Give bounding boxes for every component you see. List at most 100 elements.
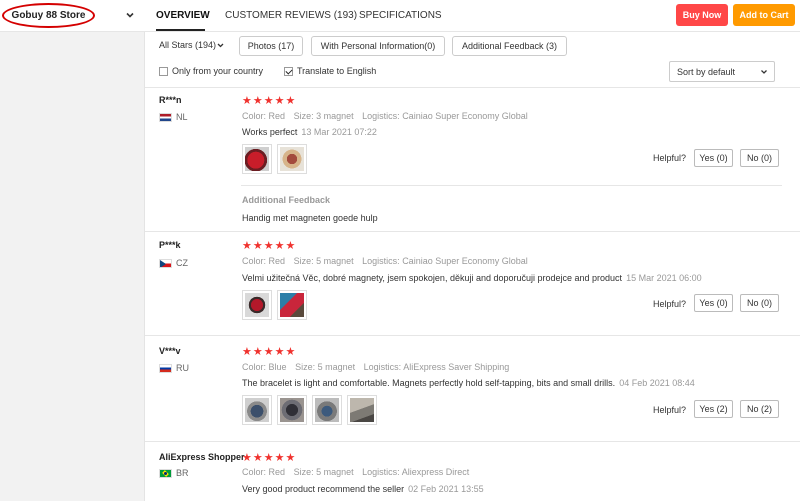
review-photo[interactable] xyxy=(277,144,307,174)
review-date: 04 Feb 2021 08:44 xyxy=(619,378,695,388)
tab-specifications[interactable]: SPECIFICATIONS xyxy=(359,10,442,21)
country-code: BR xyxy=(176,468,189,478)
reviewer-country: CZ xyxy=(159,258,188,268)
flag-br-icon xyxy=(159,468,172,478)
review-photo[interactable] xyxy=(277,290,307,320)
additional-feedback-filter[interactable]: Additional Feedback (3) xyxy=(452,36,567,56)
logistics-value: Aliexpress Direct xyxy=(401,467,470,477)
reviewer-country: NL xyxy=(159,112,188,122)
only-country-label: Only from your country xyxy=(172,66,264,76)
review-date: 02 Feb 2021 13:55 xyxy=(408,484,484,494)
helpful-yes-button[interactable]: Yes (0) xyxy=(694,294,733,312)
sort-value: Sort by default xyxy=(677,66,736,77)
logistics-label: Logistics: xyxy=(363,362,402,372)
reviewer-name: AliExpress Shopper xyxy=(159,452,245,462)
helpful-yes-button[interactable]: Yes (0) xyxy=(694,149,733,167)
size-value: 5 magnet xyxy=(316,256,354,266)
chevron-down-icon[interactable] xyxy=(124,9,136,21)
review-date: 13 Mar 2021 07:22 xyxy=(301,127,377,137)
color-label: Color: xyxy=(242,362,267,372)
reviewer-country: RU xyxy=(159,363,189,373)
helpful-label: Helpful? xyxy=(653,153,687,163)
flag-cz-icon xyxy=(159,258,172,268)
divider xyxy=(145,87,800,88)
chevron-down-icon[interactable] xyxy=(216,41,225,50)
review-photo[interactable] xyxy=(312,395,342,425)
color-value: Red xyxy=(268,467,286,477)
star-filter-dropdown[interactable]: All Stars (194) xyxy=(159,40,216,50)
reviewer-country: BR xyxy=(159,468,189,478)
review-body: Velmi užitečná Věc, dobré magnety, jsem … xyxy=(242,273,623,283)
logistics-value: Cainiao Super Economy Global xyxy=(402,256,528,266)
color-value: Blue xyxy=(268,362,287,372)
reviewer-name: V***v xyxy=(159,346,181,356)
size-value: 5 magnet xyxy=(316,467,354,477)
helpful-no-button[interactable]: No (0) xyxy=(740,294,779,312)
only-country-checkbox[interactable] xyxy=(159,66,168,76)
divider xyxy=(241,185,782,186)
logistics-label: Logistics: xyxy=(362,111,400,121)
review-date: 15 Mar 2021 06:00 xyxy=(626,273,702,283)
color-label: Color: xyxy=(242,256,267,266)
store-selector[interactable]: Gobuy 88 Store xyxy=(0,0,145,32)
additional-feedback-heading: Additional Feedback xyxy=(242,195,331,205)
star-rating: ★★★★★ xyxy=(242,346,297,358)
review-photo[interactable] xyxy=(277,395,307,425)
helpful-label: Helpful? xyxy=(653,299,687,309)
review-photo[interactable] xyxy=(242,395,272,425)
review-photo[interactable] xyxy=(242,290,272,320)
helpful-no-button[interactable]: No (0) xyxy=(740,149,779,167)
color-label: Color: xyxy=(242,111,267,121)
review-text: Very good product recommend the seller 02… xyxy=(242,484,484,494)
review-text: Works perfect 13 Mar 2021 07:22 xyxy=(242,127,377,137)
star-rating: ★★★★★ xyxy=(242,95,297,107)
sort-dropdown[interactable]: Sort by default xyxy=(669,61,775,82)
divider xyxy=(145,441,800,442)
left-sidebar xyxy=(0,0,145,501)
reviewer-name: P***k xyxy=(159,240,181,250)
tab-customer-reviews[interactable]: CUSTOMER REVIEWS (193) xyxy=(225,10,357,21)
helpful-label: Helpful? xyxy=(653,405,687,415)
color-value: Red xyxy=(268,111,286,121)
review-attributes: Color: Red Size: 5 magnet Logistics: Cai… xyxy=(242,256,534,266)
additional-feedback-text: Handig met magneten goede hulp xyxy=(242,213,378,223)
helpful-yes-button[interactable]: Yes (2) xyxy=(694,400,733,418)
chevron-down-icon xyxy=(761,70,767,74)
size-label: Size: xyxy=(295,362,316,372)
add-to-cart-button[interactable]: Add to Cart xyxy=(733,4,795,26)
size-value: 3 magnet xyxy=(316,111,354,121)
size-value: 5 magnet xyxy=(317,362,356,372)
review-text: The bracelet is light and comfortable. M… xyxy=(242,378,695,388)
review-photos xyxy=(242,395,377,425)
review-photo[interactable] xyxy=(347,395,377,425)
tab-overview[interactable]: OVERVIEW xyxy=(156,10,210,21)
review-text: Velmi užitečná Věc, dobré magnety, jsem … xyxy=(242,273,702,283)
review-photo[interactable] xyxy=(242,144,272,174)
photos-filter[interactable]: Photos (17) xyxy=(239,36,303,56)
size-label: Size: xyxy=(293,256,314,266)
review-body: Very good product recommend the seller xyxy=(242,484,405,494)
translate-checkbox[interactable] xyxy=(284,66,293,76)
translate-option[interactable]: Translate to English xyxy=(284,66,376,76)
divider xyxy=(145,335,800,336)
logistics-value: Cainiao Super Economy Global xyxy=(402,111,528,121)
personal-info-filter[interactable]: With Personal Information(0) xyxy=(311,36,445,56)
logistics-value: AliExpress Saver Shipping xyxy=(403,362,510,372)
review-photos xyxy=(242,144,307,174)
logistics-label: Logistics: xyxy=(362,256,400,266)
buy-now-button[interactable]: Buy Now xyxy=(676,4,728,26)
helpful-no-button[interactable]: No (2) xyxy=(740,400,779,418)
translate-label: Translate to English xyxy=(297,66,377,76)
store-name[interactable]: Gobuy 88 Store xyxy=(2,3,95,28)
size-label: Size: xyxy=(293,467,314,477)
product-tab-bar: OVERVIEW CUSTOMER REVIEWS (193) SPECIFIC… xyxy=(145,0,800,32)
country-code: RU xyxy=(176,363,189,373)
review-attributes: Color: Blue Size: 5 magnet Logistics: Al… xyxy=(242,362,515,372)
review-body: The bracelet is light and comfortable. M… xyxy=(242,378,616,388)
flag-ru-icon xyxy=(159,363,172,373)
divider xyxy=(145,231,800,232)
color-value: Red xyxy=(268,256,286,266)
only-country-option[interactable]: Only from your country xyxy=(159,66,263,76)
country-code: NL xyxy=(176,112,188,122)
star-rating: ★★★★★ xyxy=(242,240,297,252)
